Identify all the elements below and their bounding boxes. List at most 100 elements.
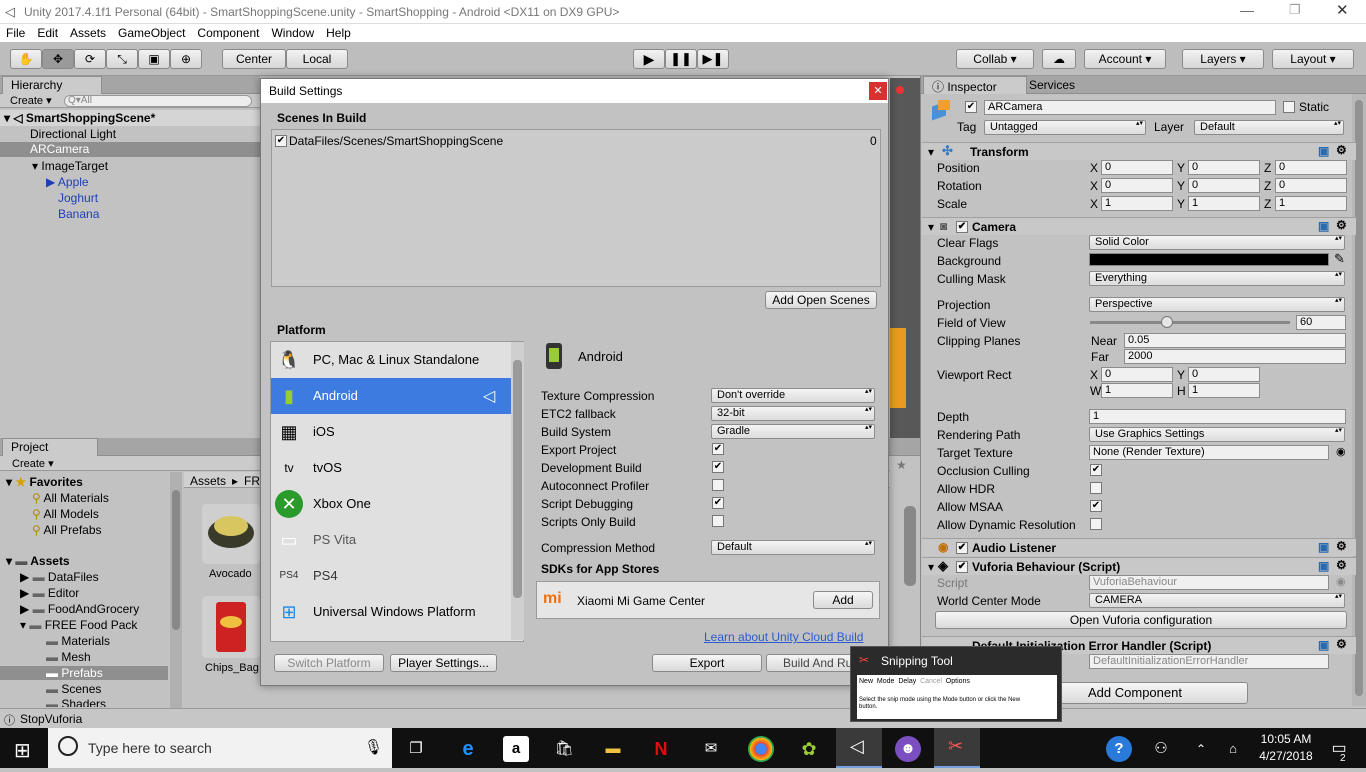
scene-include-checkbox[interactable]: ✔ [275,135,287,147]
transform-header[interactable]: ▾ ✣ Transform ▣ ⚙ [922,142,1356,160]
help-question-icon[interactable]: ? [1106,736,1132,762]
menu-edit[interactable]: Edit [31,24,64,42]
platform-list-scrollbar[interactable] [511,342,524,640]
open-vuforia-configuration-button[interactable]: Open Vuforia configuration [935,611,1347,629]
eyedropper-icon[interactable]: ✎ [1334,251,1345,267]
camera-header[interactable]: ▾ ◙ ✔ Camera ▣ ⚙ [922,217,1356,235]
export-project-checkbox[interactable]: ✔ [712,443,724,455]
status-text[interactable]: StopVuforia [20,712,82,726]
account-dropdown[interactable]: Account ▾ [1084,49,1166,69]
transform-rot-z-field[interactable]: 0 [1275,178,1347,193]
tab-project[interactable]: Project [2,438,98,456]
help-icon[interactable]: ▣ [1318,559,1329,573]
object-picker-icon[interactable]: ◉ [1336,445,1346,458]
background-color-swatch[interactable] [1089,253,1329,266]
microphone-icon[interactable]: 🎙 [364,738,383,756]
hierarchy-create-button[interactable]: Create ▾ [10,94,52,107]
menu-help[interactable]: Help [320,24,357,42]
depth-field[interactable]: 1 [1089,409,1346,424]
layer-dropdown[interactable]: Default [1194,120,1344,135]
snipping-tool-taskbar-button[interactable]: ✂ [934,728,980,768]
favorite-star-icon[interactable]: ★ [896,458,907,472]
viewport-w-field[interactable]: 1 [1101,383,1173,398]
folder-scenes[interactable]: ▬ Scenes [46,682,101,696]
help-icon[interactable]: ▣ [1318,638,1329,652]
help-icon[interactable]: ▣ [1318,144,1329,158]
hand-tool-icon[interactable]: ✋ [10,49,42,69]
action-center-icon[interactable]: ▭ 2 [1326,736,1352,764]
settings-gear-icon[interactable]: ⚙ [1336,218,1347,232]
fav-all-models[interactable]: ⚲ All Models [32,507,99,521]
player-settings-button[interactable]: Player Settings... [390,654,497,672]
avocado-thumbnail[interactable] [202,504,260,564]
fav-all-materials[interactable]: ⚲ All Materials [32,491,109,505]
switch-platform-button[interactable]: Switch Platform [274,654,384,672]
texture-compression-dropdown[interactable]: Don't override [711,388,875,403]
vuforia-behaviour-header[interactable]: ▾ ◈ ✔ Vuforia Behaviour (Script) ▣ ⚙ [922,557,1356,575]
tab-hierarchy[interactable]: Hierarchy [2,76,102,94]
transform-scl-x-field[interactable]: 1 [1101,196,1173,211]
folder-free-food-pack[interactable]: ▾ ▬ FREE Food Pack [20,618,137,632]
allow-hdr-checkbox[interactable] [1090,482,1102,494]
platform-item-ps4[interactable]: PS4 PS4 [271,558,511,594]
chips-bag-thumbnail[interactable] [202,596,260,658]
pivot-center-button[interactable]: Center [222,49,286,69]
allow-dynamic-resolution-checkbox[interactable] [1090,518,1102,530]
store-icon[interactable]: 🛍 [551,736,577,762]
minimize-button[interactable]: — [1240,2,1254,18]
edge-browser-icon[interactable]: e [455,736,481,762]
transform-rot-x-field[interactable]: 0 [1101,178,1173,193]
transform-scl-z-field[interactable]: 1 [1275,196,1347,211]
settings-gear-icon[interactable]: ⚙ [1336,637,1347,651]
sdk-add-button[interactable]: Add [813,591,873,609]
folder-materials[interactable]: ▬ Materials [46,634,110,648]
fov-field[interactable]: 60 [1296,315,1346,330]
menu-gameobject[interactable]: GameObject [112,24,191,42]
rect-tool-icon[interactable]: ▣ [138,49,170,69]
far-field[interactable]: 2000 [1124,349,1346,364]
tag-dropdown[interactable]: Untagged [984,120,1146,135]
vuforia-checkbox[interactable]: ✔ [956,561,968,573]
github-desktop-icon[interactable]: ☻ [895,736,921,762]
hierarchy-scene-row[interactable]: ▾ ◁ SmartShoppingScene* [0,110,260,126]
play-button[interactable]: ▶ [633,49,665,69]
target-texture-field[interactable]: None (Render Texture) [1089,445,1329,460]
rotate-tool-icon[interactable]: ⟳ [74,49,106,69]
layout-dropdown[interactable]: Layout ▾ [1272,49,1354,69]
assets-header[interactable]: ▾ ▬ Assets [6,554,70,568]
task-view-icon[interactable]: ❐ [403,736,429,762]
static-checkbox[interactable] [1283,101,1295,113]
cloud-build-link[interactable]: Learn about Unity Cloud Build [704,630,863,644]
scale-tool-icon[interactable]: ⤡ [106,49,138,69]
windows-start-icon[interactable]: ⊞ [14,738,31,763]
allow-msaa-checkbox[interactable]: ✔ [1090,500,1102,512]
platform-item-android[interactable]: ▮ Android ◁ [271,378,511,414]
favorites-header[interactable]: ▾ ★ Favorites [6,475,83,489]
hierarchy-item-apple[interactable]: ▶ Apple [46,175,89,189]
taskbar-search-box[interactable]: Type here to search 🎙 [48,728,392,768]
platform-item-tvos[interactable]: tv tvOS [271,450,511,486]
menu-component[interactable]: Component [191,24,265,42]
fav-all-prefabs[interactable]: ⚲ All Prefabs [32,523,102,537]
folder-editor[interactable]: ▶ ▬ Editor [20,586,79,600]
near-field[interactable]: 0.05 [1124,333,1346,348]
breadcrumb-assets[interactable]: Assets [190,474,226,488]
platform-item-standalone[interactable]: 🐧 PC, Mac & Linux Standalone [271,342,511,378]
compression-method-dropdown[interactable]: Default [711,540,875,555]
audio-listener-checkbox[interactable]: ✔ [956,542,968,554]
maximize-button[interactable]: ❐ [1289,2,1301,18]
folder-mesh[interactable]: ▬ Mesh [46,650,91,664]
tab-services[interactable]: Services [1029,78,1075,92]
hierarchy-item-arcamera[interactable]: ARCamera [0,142,260,157]
folder-datafiles[interactable]: ▶ ▬ DataFiles [20,570,99,584]
hierarchy-item-directional-light[interactable]: Directional Light [30,127,116,141]
viewport-x-field[interactable]: 0 [1101,367,1173,382]
script-debugging-checkbox[interactable]: ✔ [712,497,724,509]
layers-dropdown[interactable]: Layers ▾ [1182,49,1264,69]
amazon-icon[interactable]: a [503,736,529,762]
settings-gear-icon[interactable]: ⚙ [1336,539,1347,553]
folder-shaders[interactable]: ▬ Shaders [46,697,106,707]
netflix-icon[interactable]: N [648,736,674,762]
help-icon[interactable]: ▣ [1318,219,1329,233]
pivot-local-button[interactable]: Local [286,49,348,69]
